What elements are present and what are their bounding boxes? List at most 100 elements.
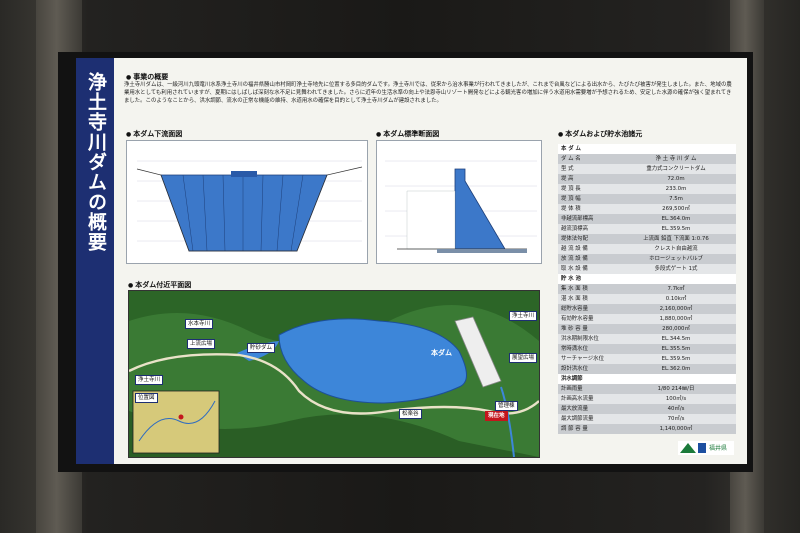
spec-key: 計画高水流量 <box>561 396 594 402</box>
spec-value: 40㎥/s <box>667 406 685 412</box>
section-specs-heading: 本ダムおよび貯水池諸元 <box>558 129 642 139</box>
spec-row: 計画高水流量 100㎥/s <box>558 394 736 404</box>
spec-key: 最大調節流量 <box>561 416 594 422</box>
spec-key: 設計洪水位 <box>561 366 588 372</box>
label-mizuhonji: 水本寺川 <box>185 319 214 329</box>
plan-map: 水本寺川 上流広場 浄土寺川 貯砂ダム 本ダム 浄土寺川 展望広場 管理棟 現在… <box>128 290 540 458</box>
spec-value: 7.5m <box>669 196 683 202</box>
spec-key: 取 水 設 備 <box>561 266 588 272</box>
spec-value: 多段式ゲート 1式 <box>654 266 698 272</box>
spec-row: 堤 体 積 269,500㎥ <box>558 204 736 214</box>
spec-row: ダ ム 名浄 土 寺 川 ダ ム <box>558 154 736 164</box>
spec-value: 浄 土 寺 川 ダ ム <box>655 156 697 162</box>
spec-value: 1/80 214㎜/日 <box>657 386 695 392</box>
spec-value <box>616 374 736 384</box>
spec-value: EL.364.0m <box>661 216 691 222</box>
spec-key: 越 流 設 備 <box>561 246 588 252</box>
spec-key: 堤 高 <box>561 176 574 182</box>
label-location-map: 位置図 <box>135 393 158 403</box>
spec-row: 堤 頂 長 233.0m <box>558 184 736 194</box>
spec-row: 越流頂標高 EL.359.5m <box>558 224 736 234</box>
label-jododeraji: 浄土寺川 <box>135 375 164 385</box>
spec-value: 0.10k㎡ <box>665 296 687 302</box>
spec-key: 集 水 面 積 <box>561 286 588 292</box>
spec-row: 計画雨量 1/80 214㎜/日 <box>558 384 736 394</box>
overview-text: 浄土寺川ダムは、一級河川九頭竜川水系浄土寺川の福井県勝山市村岡町浄土寺地先に位置… <box>124 82 732 104</box>
spec-value: クレスト自由越流 <box>654 246 698 252</box>
spec-value: EL.344.5m <box>661 336 691 342</box>
spec-key: 非越流部標高 <box>561 216 594 222</box>
spec-key: 常時満水位 <box>561 346 588 352</box>
spec-value: 70㎥/s <box>667 416 685 422</box>
logo-text: 福井県 <box>709 445 728 452</box>
spec-key: 最大放流量 <box>561 406 588 412</box>
spec-key: 型 式 <box>561 166 574 172</box>
current-location-marker: 現在地 <box>485 411 508 421</box>
spec-row: 取 水 設 備 多段式ゲート 1式 <box>558 264 736 274</box>
prefecture-logo: 福井県 <box>678 440 734 455</box>
spec-value: 269,500㎥ <box>662 206 690 212</box>
cross-section-drawing <box>376 140 542 264</box>
spec-key: 有効貯水容量 <box>561 316 594 322</box>
spec-key: 堤 頂 幅 <box>561 196 581 202</box>
spec-key: 総貯水容量 <box>561 306 588 312</box>
spec-value: 1,140,000㎥ <box>659 426 693 432</box>
spec-row: 越 流 設 備 クレスト自由越流 <box>558 244 736 254</box>
spec-row: 型 式 重力式コンクリートダム <box>558 164 736 174</box>
label-management-building: 管理棟 <box>495 401 518 411</box>
spec-key: 堤 体 積 <box>561 206 581 212</box>
spec-row: 有効貯水容量 1,880,000㎥ <box>558 314 736 324</box>
board-title: 浄土寺川ダムの概要 <box>85 72 107 252</box>
spec-value: 重力式コンクリートダム <box>646 166 706 172</box>
spec-table: 本 ダ ムダ ム 名 浄 土 寺 川 ダ ム型 式 重力式コンクリートダム堤 高 72… <box>558 144 736 434</box>
section-plan-heading: 本ダム付近平面図 <box>128 280 191 290</box>
title-band: 浄土寺川ダムの概要 <box>76 58 114 464</box>
spec-value: EL.362.0m <box>661 366 691 372</box>
spec-row: 堤 頂 幅 7.5m <box>558 194 736 204</box>
spec-value: 1,880,000㎥ <box>659 316 693 322</box>
label-kaminiwa: 上流広場 <box>187 339 216 349</box>
label-observation-plaza: 展望広場 <box>509 353 538 363</box>
spec-key: 放 流 設 備 <box>561 256 588 262</box>
spec-value: 100㎥/s <box>665 396 687 402</box>
spec-key: サーチャージ水位 <box>561 356 604 362</box>
spec-row: 洪水調節 <box>558 374 736 384</box>
label-sabo-dam: 貯砂ダム <box>247 343 276 353</box>
downstream-diagram <box>136 160 363 252</box>
spec-value: EL.359.5m <box>661 226 691 232</box>
spec-key: 堤 頂 長 <box>561 186 581 192</box>
spec-value: 233.0m <box>665 186 687 192</box>
spec-value: 280,000㎥ <box>662 326 690 332</box>
spec-row: 最大放流量 40㎥/s <box>558 404 736 414</box>
spec-row: 洪水期制限水位 EL.344.5m <box>558 334 736 344</box>
spec-row: 堤 高 72.0m <box>558 174 736 184</box>
spec-row: 調 節 容 量 1,140,000㎥ <box>558 424 736 434</box>
spec-value: EL.359.5m <box>661 356 691 362</box>
plan-map-graphic <box>129 291 539 457</box>
spec-row: 堆 砂 容 量 280,000㎥ <box>558 324 736 334</box>
section-cross-heading: 本ダム標準断面図 <box>376 129 439 139</box>
section-downstream-heading: 本ダム下流面図 <box>126 129 182 139</box>
spec-row: 堤体法勾配 上流面 鉛直 下流面 1:0.76 <box>558 234 736 244</box>
spec-value: 2,160,000㎥ <box>659 306 693 312</box>
spec-row: 最大調節流量 70㎥/s <box>558 414 736 424</box>
spec-key: 堆 砂 容 量 <box>561 326 588 332</box>
spec-row: 常時満水位 EL.355.5m <box>558 344 736 354</box>
spec-value: 上流面 鉛直 下流面 1:0.76 <box>643 236 709 242</box>
spec-value: ホロージェットバルブ <box>649 256 703 262</box>
spec-value: 7.7k㎡ <box>667 286 685 292</box>
spec-key: 貯 水 池 <box>561 276 581 282</box>
spec-key: ダ ム 名 <box>561 156 581 162</box>
spec-key: 調 節 容 量 <box>561 426 588 432</box>
spec-row: 貯 水 池 <box>558 274 736 284</box>
spec-row: 設計洪水位 EL.362.0m <box>558 364 736 374</box>
spec-row: 集 水 面 積 7.7k㎡ <box>558 284 736 294</box>
spec-value <box>616 274 736 284</box>
label-main-dam: 本ダム <box>431 349 452 357</box>
spec-key: 洪水調節 <box>561 376 583 382</box>
spec-key: 計画雨量 <box>561 386 583 392</box>
spec-row: サーチャージ水位 EL.359.5m <box>558 354 736 364</box>
spec-row: 放 流 設 備 ホロージェットバルブ <box>558 254 736 264</box>
label-matsumae: 松楽谷 <box>399 409 422 419</box>
spec-key: 本 ダ ム <box>561 146 581 152</box>
